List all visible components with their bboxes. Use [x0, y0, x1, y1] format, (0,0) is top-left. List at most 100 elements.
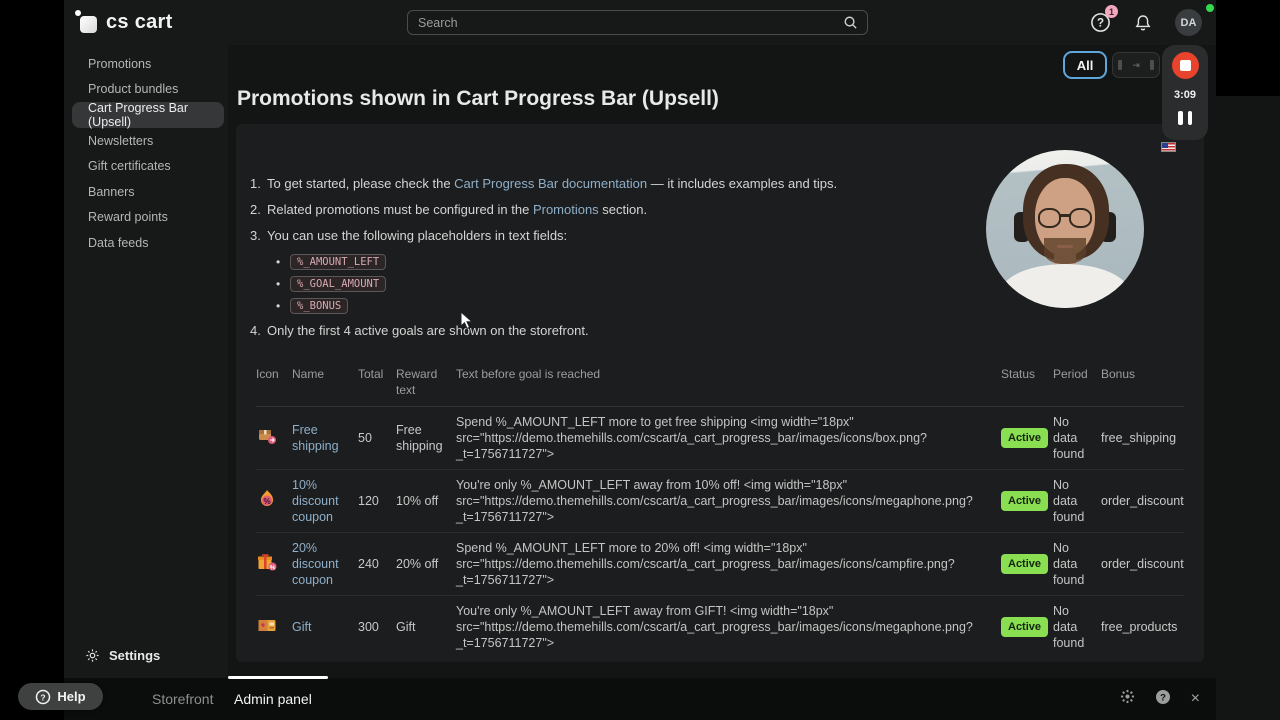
sidebar-item-product-bundles[interactable]: Product bundles [72, 77, 224, 103]
instruction-text: Only the first 4 active goals are shown … [267, 323, 589, 338]
bottom-bar: Storefront Admin panel ? × [64, 676, 1216, 720]
svg-text:?: ? [41, 692, 46, 702]
instruction-link[interactable]: Cart Progress Bar documentation [454, 176, 647, 191]
table-row: % 20% discount coupon 240 20% off Spend %_AM… [256, 533, 1184, 596]
cell-bonus: free_shipping [1101, 431, 1177, 445]
sidebar-item-label: Promotions [88, 56, 152, 71]
instruction-item-4: 4. Only the first 4 active goals are show… [250, 323, 1204, 338]
table-header-row: Icon Name Total Reward text Text before goal… [256, 360, 1184, 407]
placeholder-code-chip: %_BONUS [290, 298, 349, 314]
pause-recording-button[interactable] [1178, 111, 1192, 125]
user-avatar[interactable]: DA [1175, 9, 1202, 36]
column-header: Bonus [1101, 367, 1136, 381]
top-bar: cs cart ? 1 DA [64, 0, 1216, 45]
instruction-text: To get started, please check the Cart Pr… [267, 176, 838, 191]
sidebar-item-newsletters[interactable]: Newsletters [72, 128, 224, 154]
cell-total: 50 [358, 431, 372, 445]
help-pill-button[interactable]: ? Help [18, 683, 103, 710]
question-circle-icon: ? [36, 689, 51, 704]
promotion-name-link[interactable]: Gift [292, 620, 311, 634]
help-badge: 1 [1105, 5, 1118, 18]
cell-bonus: free_products [1101, 620, 1178, 634]
sidebar-item-label: Product bundles [88, 82, 179, 97]
main-content: Promotions shown in Cart Progress Bar (U… [228, 45, 1216, 678]
sidebar-item-settings-label: Settings [109, 647, 161, 663]
partially-hidden-toolbar-button[interactable]: ⇥ [1112, 52, 1160, 78]
placeholder-code-chip: %_GOAL_AMOUNT [290, 276, 387, 292]
promotions-table: Icon Name Total Reward text Text before goal… [256, 360, 1184, 658]
sidebar-item-cart-progress-bar[interactable]: Cart Progress Bar (Upsell) [72, 101, 224, 129]
help-center-button[interactable]: ? 1 [1090, 5, 1118, 33]
sidebar-item-label: Newsletters [88, 133, 154, 148]
promotion-name-link[interactable]: 20% discount coupon [292, 541, 339, 587]
cs-cart-logo-icon [75, 10, 97, 33]
sidebar-item-label: Data feeds [88, 235, 149, 250]
gear-icon [84, 648, 101, 663]
page-title: Promotions shown in Cart Progress Bar (U… [237, 87, 719, 110]
instruction-text: Related promotions must be configured in… [267, 202, 648, 217]
status-badge[interactable]: Active [1001, 428, 1049, 448]
mouse-cursor [460, 310, 474, 336]
tab-admin-panel[interactable]: Admin panel [234, 678, 312, 720]
svg-text:%: % [270, 564, 276, 571]
bullet: • [276, 277, 281, 291]
flame-discount-icon: % [256, 490, 278, 513]
cell-bonus: order_discount [1101, 557, 1184, 571]
sidebar-item-promotions[interactable]: Promotions [72, 51, 224, 77]
search-box[interactable] [407, 10, 868, 35]
stop-recording-button[interactable] [1171, 52, 1199, 79]
column-header: Period [1053, 367, 1088, 381]
sidebar-item-gift-certificates[interactable]: Gift certificates [72, 153, 224, 179]
cell-goal-text: Spend %_AMOUNT_LEFT more to 20% off! <im… [456, 541, 955, 587]
cell-reward-text: 10% off [396, 494, 439, 508]
svg-text:?: ? [1160, 692, 1166, 703]
sidebar-item-label: Reward points [88, 210, 168, 225]
browser-help-icon[interactable]: ? [1155, 689, 1171, 710]
search-icon[interactable] [843, 15, 858, 30]
cell-reward-text: Gift [396, 620, 416, 634]
cell-total: 240 [358, 557, 379, 571]
column-header: Text before goal is reached [456, 367, 601, 381]
instruction-number: 3. [250, 228, 261, 243]
bullet: • [276, 299, 281, 313]
instruction-number: 2. [250, 202, 261, 217]
promotion-name-link[interactable]: Free shipping [292, 423, 339, 453]
instruction-link[interactable]: Promotions [533, 202, 599, 217]
sidebar-item-data-feeds[interactable]: Data feeds [72, 230, 224, 256]
recording-indicator-dot [1206, 4, 1214, 12]
sidebar-item-label: Banners [88, 184, 135, 199]
cell-bonus: order_discount [1101, 494, 1184, 508]
cell-period: No data found [1053, 478, 1085, 524]
cell-goal-text: You're only %_AMOUNT_LEFT away from 10% … [456, 478, 973, 524]
column-header: Reward text [396, 367, 438, 397]
instruction-text: You can use the following placeholders i… [267, 228, 568, 243]
status-badge[interactable]: Active [1001, 617, 1049, 637]
table-row: Gift 300 Gift You're only %_AMOUNT_LEFT awa… [256, 596, 1184, 658]
search-input[interactable] [408, 15, 843, 30]
status-badge[interactable]: Active [1001, 554, 1049, 574]
sidebar-item-reward-points[interactable]: Reward points [72, 205, 224, 231]
cs-cart-logo[interactable]: cs cart [75, 10, 173, 34]
tab-storefront[interactable]: Storefront [152, 678, 213, 720]
filter-all-button[interactable]: All [1063, 51, 1107, 79]
webcam-overlay [986, 150, 1144, 308]
cell-goal-text: Spend %_AMOUNT_LEFT more to get free shi… [456, 415, 927, 461]
cs-cart-logo-text: cs cart [106, 11, 173, 33]
svg-text:%: % [263, 497, 270, 506]
instruction-number: 1. [250, 176, 261, 191]
promotion-name-link[interactable]: 10% discount coupon [292, 478, 339, 524]
sidebar: HomeOrdersProductsUsersMarketingPromotio… [64, 45, 1280, 720]
sidebar-item-banners[interactable]: Banners [72, 179, 224, 205]
status-badge[interactable]: Active [1001, 491, 1049, 511]
close-icon[interactable]: × [1191, 691, 1200, 707]
svg-text:?: ? [1097, 18, 1104, 30]
column-header: Name [292, 367, 325, 381]
browser-settings-gear-icon[interactable] [1120, 689, 1135, 709]
column-header: Icon [256, 367, 279, 381]
sidebar-item-settings[interactable]: Settings [72, 642, 224, 668]
cell-reward-text: 20% off [396, 557, 439, 571]
sidebar-item-label: Gift certificates [88, 159, 171, 174]
column-header: Total [358, 367, 384, 381]
notifications-bell-icon[interactable] [1133, 13, 1153, 33]
column-header: Status [1001, 367, 1036, 381]
